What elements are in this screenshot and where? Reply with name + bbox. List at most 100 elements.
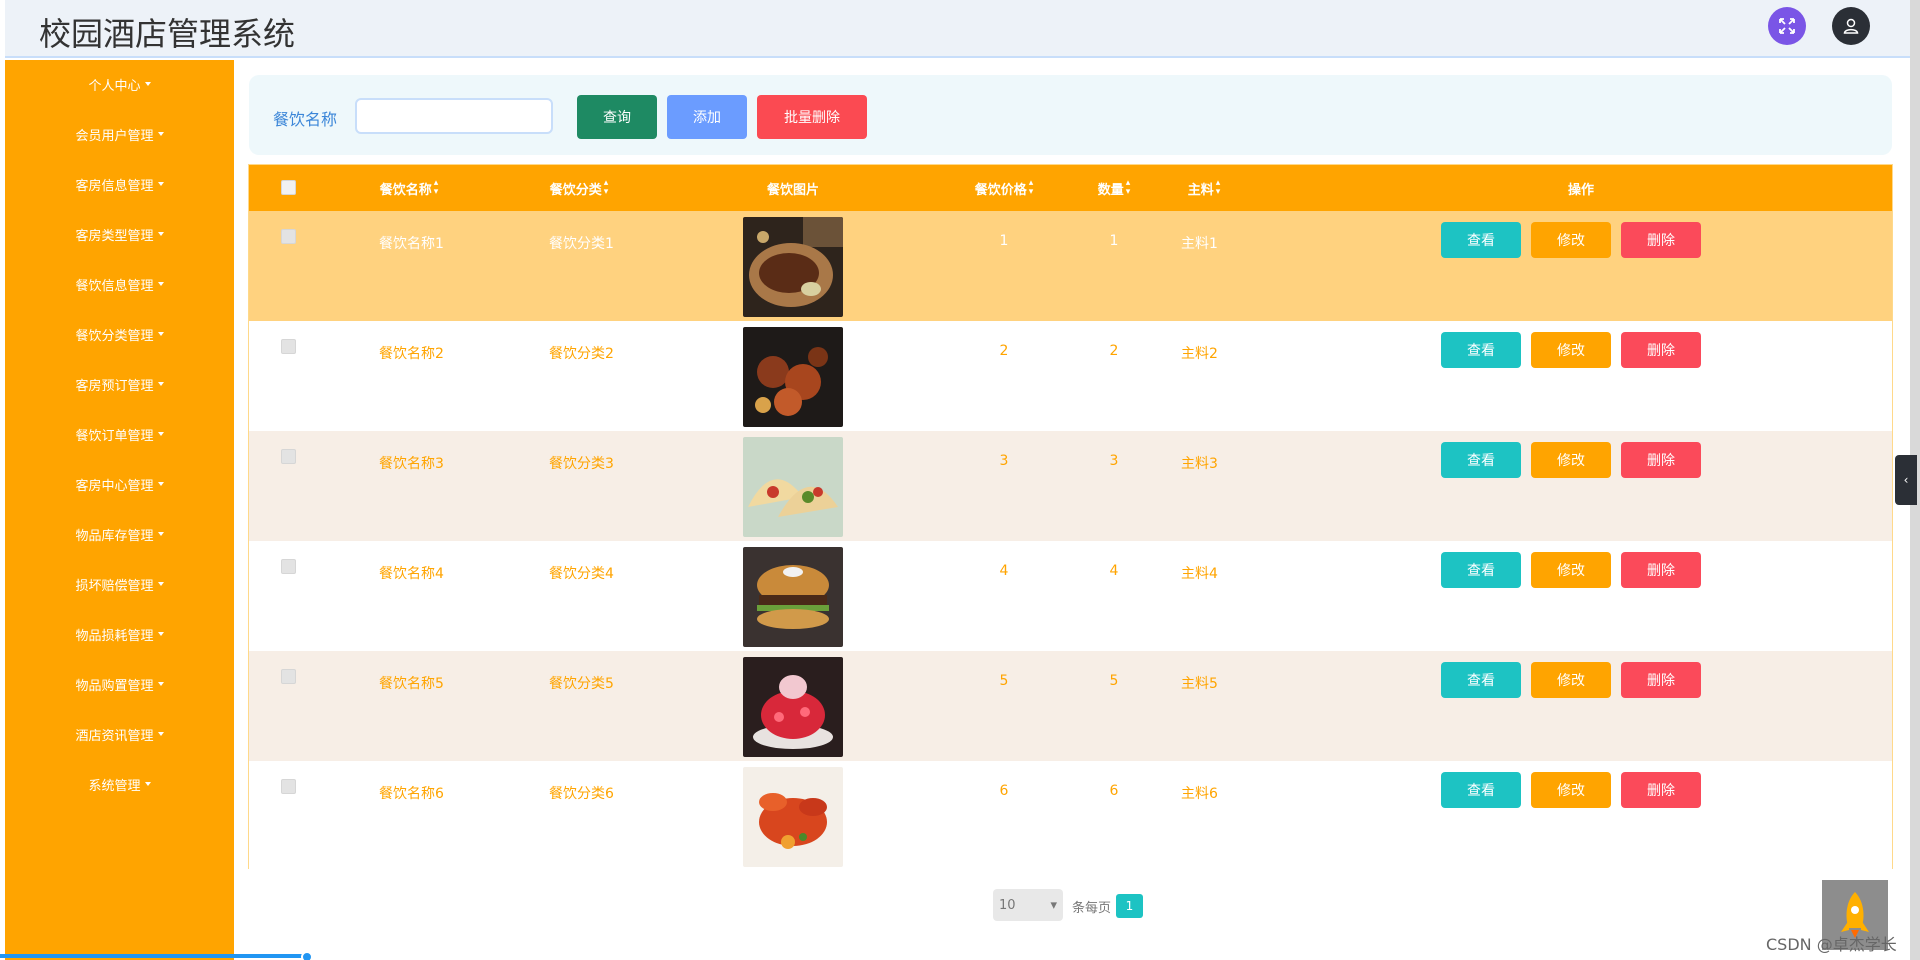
delete-button[interactable]: 删除	[1621, 772, 1701, 808]
sidebar-item-label: 会员用户管理	[75, 128, 154, 144]
row-checkbox[interactable]	[281, 449, 296, 464]
view-button[interactable]: 查看	[1441, 442, 1521, 478]
edit-button[interactable]: 修改	[1531, 222, 1611, 258]
cell-name: 餐饮名称5	[379, 676, 444, 692]
sidebar-item-personal-center[interactable]: 个人中心	[5, 69, 234, 99]
sidebar-item-label: 餐饮信息管理	[75, 278, 154, 294]
table-row[interactable]: 餐饮名称6 餐饮分类6 6 6 主料6 查看 修改 删除	[249, 761, 1892, 871]
top-header: 校园酒店管理系统	[5, 0, 1910, 58]
view-button[interactable]: 查看	[1441, 552, 1521, 588]
crab-image[interactable]	[743, 767, 843, 867]
sidebar-item-dining-orders[interactable]: 餐饮订单管理	[5, 419, 234, 449]
delete-button[interactable]: 删除	[1621, 662, 1701, 698]
delete-button[interactable]: 删除	[1621, 332, 1701, 368]
progress-handle[interactable]	[301, 951, 313, 960]
view-button[interactable]: 查看	[1441, 772, 1521, 808]
view-button[interactable]: 查看	[1441, 332, 1521, 368]
dining-name-search-input[interactable]	[355, 98, 553, 134]
grilled-meat-image[interactable]	[743, 327, 843, 427]
cell-category: 餐饮分类6	[549, 786, 614, 802]
steak-image[interactable]	[743, 217, 843, 317]
bulk-delete-button[interactable]: 批量删除	[757, 95, 867, 139]
progress-bar	[0, 954, 310, 958]
caret-down-icon	[157, 482, 164, 486]
caret-down-icon	[157, 632, 164, 636]
user-button[interactable]	[1832, 7, 1870, 45]
cell-name: 餐饮名称4	[379, 566, 444, 582]
delete-button[interactable]: 删除	[1621, 442, 1701, 478]
app-title: 校园酒店管理系统	[39, 15, 296, 53]
column-header-image: 餐饮图片	[766, 182, 819, 198]
cell-price: 6	[999, 783, 1009, 799]
sidebar-item-hotel-news[interactable]: 酒店资讯管理	[5, 719, 234, 749]
sidebar-item-room-info[interactable]: 客房信息管理	[5, 169, 234, 199]
sidebar-item-members[interactable]: 会员用户管理	[5, 119, 234, 149]
caret-down-icon	[157, 732, 164, 736]
add-button[interactable]: 添加	[667, 95, 747, 139]
row-checkbox[interactable]	[281, 559, 296, 574]
sidebar-item-room-booking[interactable]: 客房预订管理	[5, 369, 234, 399]
caret-down-icon	[157, 282, 164, 286]
cell-ingredient: 主料3	[1181, 456, 1218, 472]
tacos-image[interactable]	[743, 437, 843, 537]
delete-button[interactable]: 删除	[1621, 552, 1701, 588]
table-row[interactable]: 餐饮名称4 餐饮分类4 4 4 主料4 查看 修改 删除	[249, 541, 1892, 651]
query-button[interactable]: 查询	[577, 95, 657, 139]
row-checkbox[interactable]	[281, 339, 296, 354]
caret-down-icon	[157, 132, 164, 136]
edit-button[interactable]: 修改	[1531, 442, 1611, 478]
row-checkbox[interactable]	[281, 669, 296, 684]
view-button[interactable]: 查看	[1441, 662, 1521, 698]
drawer-toggle[interactable]: ‹	[1895, 455, 1917, 505]
row-checkbox[interactable]	[281, 229, 296, 244]
edit-button[interactable]: 修改	[1531, 772, 1611, 808]
sidebar-item-room-types[interactable]: 客房类型管理	[5, 219, 234, 249]
sidebar-item-inventory[interactable]: 物品库存管理	[5, 519, 234, 549]
column-header-ingredient[interactable]: 主料 ▴ ▾	[1174, 165, 1234, 211]
shaved-ice-image[interactable]	[743, 657, 843, 757]
edit-button[interactable]: 修改	[1531, 662, 1611, 698]
delete-button[interactable]: 删除	[1621, 222, 1701, 258]
table-row[interactable]: 餐饮名称3 餐饮分类3 3 3 主料3 查看 修改 删除	[249, 431, 1892, 541]
row-checkbox[interactable]	[281, 779, 296, 794]
cell-ingredient: 主料5	[1181, 676, 1218, 692]
sort-icon: ▴ ▾	[1028, 178, 1034, 197]
select-all-checkbox[interactable]	[281, 180, 296, 195]
user-icon	[1843, 18, 1859, 34]
sidebar-item-label: 餐饮分类管理	[75, 328, 154, 344]
cell-ingredient: 主料6	[1181, 786, 1218, 802]
caret-down-icon	[157, 532, 164, 536]
cell-quantity: 2	[1109, 343, 1119, 359]
dining-table: 餐饮名称 ▴ ▾ 餐饮分类 ▴ ▾ 餐饮图片 餐饮价格 ▴ ▾ 数量 ▴ ▾ 主料 ▴ ▾ 操作 餐…	[248, 164, 1893, 871]
view-button[interactable]: 查看	[1441, 222, 1521, 258]
fullscreen-button[interactable]	[1768, 7, 1806, 45]
column-header-name[interactable]: 餐饮名称 ▴ ▾	[359, 165, 459, 211]
page-size-select[interactable]: 10 ▾	[993, 889, 1063, 921]
sidebar-item-purchasing[interactable]: 物品购置管理	[5, 669, 234, 699]
sidebar-item-room-center[interactable]: 客房中心管理	[5, 469, 234, 499]
sidebar-item-system[interactable]: 系统管理	[5, 769, 234, 799]
cell-category: 餐饮分类4	[549, 566, 614, 582]
table-row[interactable]: 餐饮名称5 餐饮分类5 5 5 主料5 查看 修改 删除	[249, 651, 1892, 761]
table-row[interactable]: 餐饮名称1 餐饮分类1 1 1 主料1 查看 修改 删除	[249, 211, 1892, 321]
cell-ingredient: 主料2	[1181, 346, 1218, 362]
column-header-quantity[interactable]: 数量 ▴ ▾	[1079, 165, 1149, 211]
sidebar-item-label: 酒店资讯管理	[75, 728, 154, 744]
sidebar-item-dining-categories[interactable]: 餐饮分类管理	[5, 319, 234, 349]
page-number-button[interactable]: 1	[1116, 894, 1143, 918]
sidebar-item-dining-info[interactable]: 餐饮信息管理	[5, 269, 234, 299]
burger-image[interactable]	[743, 547, 843, 647]
column-header-category[interactable]: 餐饮分类 ▴ ▾	[529, 165, 629, 211]
sort-icon: ▴ ▾	[603, 178, 609, 197]
column-header-price[interactable]: 餐饮价格 ▴ ▾	[954, 165, 1054, 211]
sidebar-item-label: 个人中心	[88, 78, 141, 94]
sidebar-item-damage-compensation[interactable]: 损坏赔偿管理	[5, 569, 234, 599]
edit-button[interactable]: 修改	[1531, 332, 1611, 368]
cell-category: 餐饮分类2	[549, 346, 614, 362]
edit-button[interactable]: 修改	[1531, 552, 1611, 588]
cell-quantity: 1	[1109, 233, 1119, 249]
sidebar-item-item-loss[interactable]: 物品损耗管理	[5, 619, 234, 649]
table-row[interactable]: 餐饮名称2 餐饮分类2 2 2 主料2 查看 修改 删除	[249, 321, 1892, 431]
caret-down-icon	[157, 382, 164, 386]
cell-quantity: 6	[1109, 783, 1119, 799]
